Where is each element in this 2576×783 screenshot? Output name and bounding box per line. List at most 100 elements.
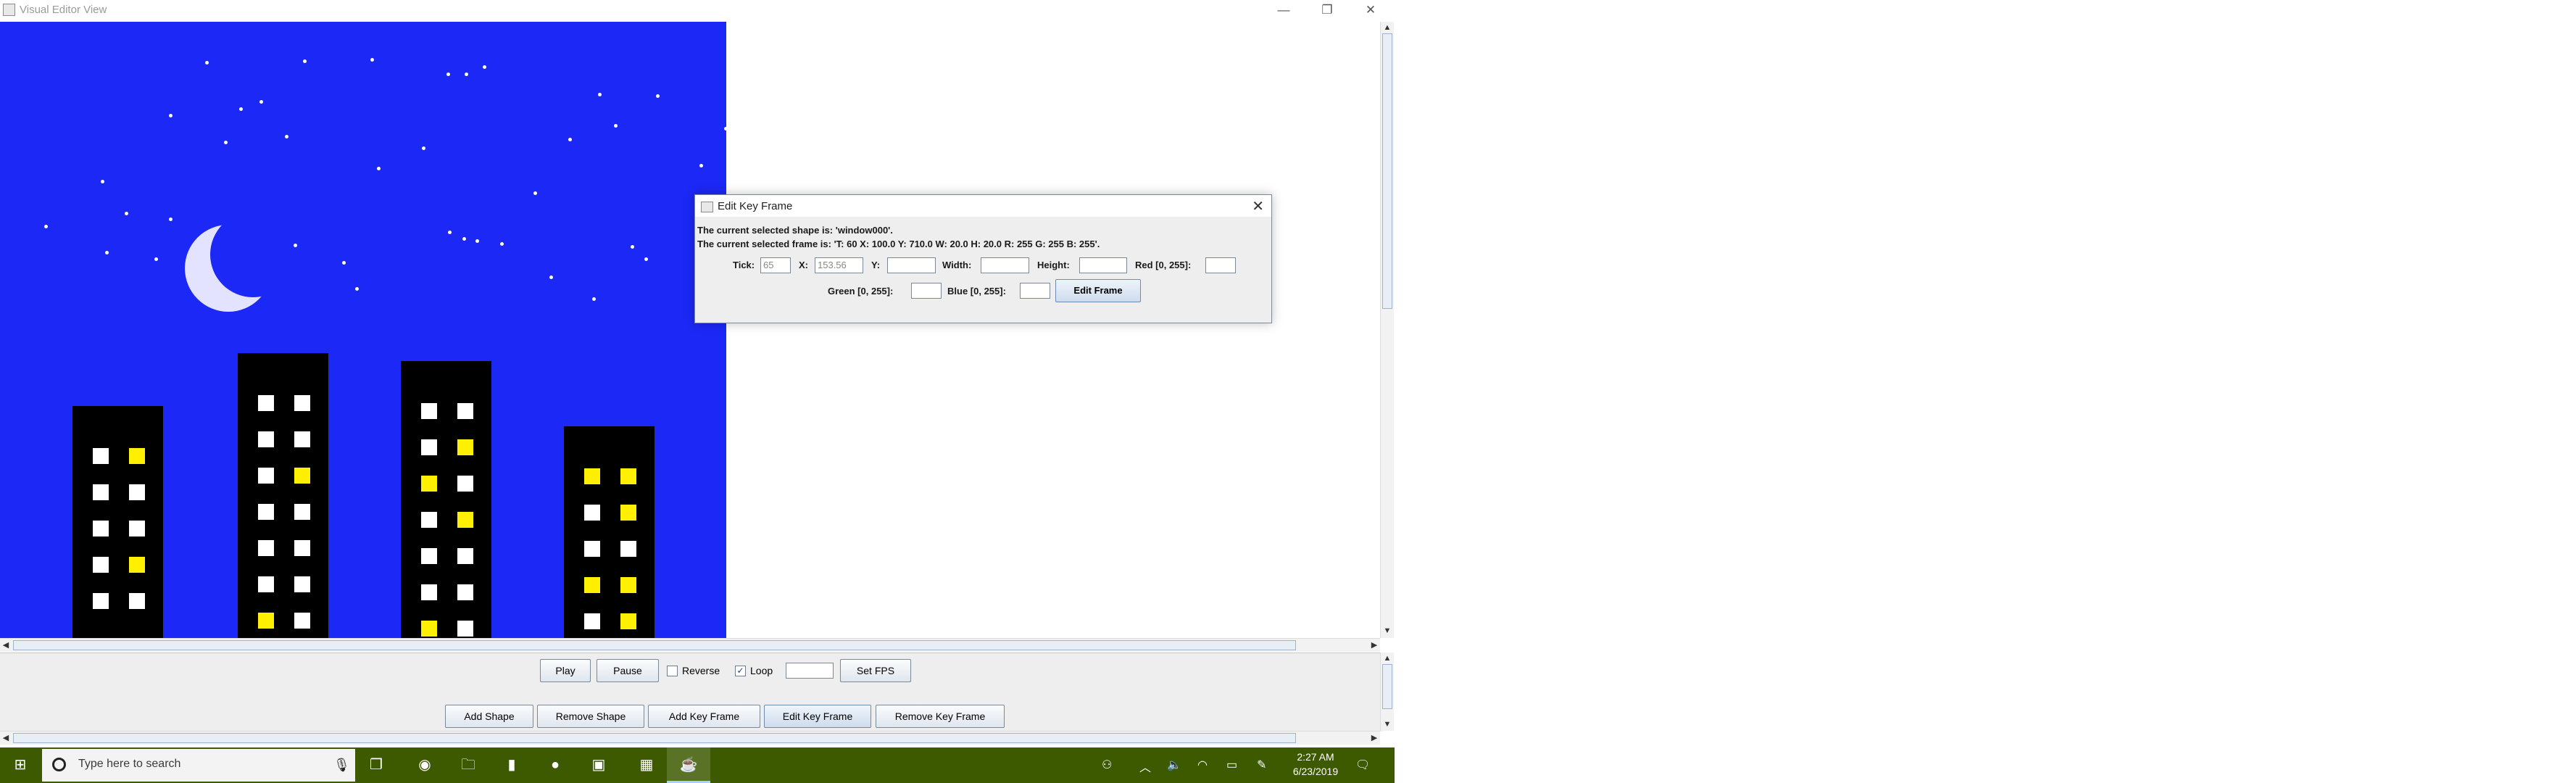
bottom-scroll-right-arrow-icon[interactable]: ▶ <box>1368 732 1380 744</box>
lit-window-shape <box>129 557 145 573</box>
panel-vertical-scroll-thumb[interactable] <box>1382 664 1392 709</box>
control-panel: Play Pause Reverse ✓ Loop Set FPS Add Sh… <box>0 652 1383 732</box>
panel-scroll-up-arrow-icon[interactable]: ▲ <box>1382 652 1393 664</box>
lit-window-shape <box>620 505 636 521</box>
microphone-icon[interactable]: 🎙 <box>333 758 350 773</box>
x-input[interactable]: 153.56 <box>815 257 863 273</box>
add-shape-button[interactable]: Add Shape <box>445 705 533 728</box>
width-input[interactable] <box>981 257 1029 273</box>
volume-icon[interactable]: 🔈 <box>1167 758 1181 772</box>
battery-icon[interactable]: ▭ <box>1226 758 1237 772</box>
red-input[interactable] <box>1205 257 1236 273</box>
clock-time[interactable]: 2:27 AM <box>1290 751 1341 763</box>
panel-vertical-scrollbar[interactable]: ▲ ▼ <box>1380 652 1394 731</box>
panel-scroll-down-arrow-icon[interactable]: ▼ <box>1382 718 1393 730</box>
wifi-icon[interactable]: ◠ <box>1197 758 1208 772</box>
window-shape <box>584 505 600 521</box>
scroll-up-arrow-icon[interactable]: ▲ <box>1382 22 1393 33</box>
remove-shape-button[interactable]: Remove Shape <box>537 705 644 728</box>
dialog-close-icon[interactable]: ✕ <box>1252 197 1264 215</box>
scroll-left-arrow-icon[interactable]: ◀ <box>0 639 12 651</box>
vertical-scrollbar[interactable]: ▲ ▼ <box>1380 22 1394 638</box>
chrome-icon[interactable]: ◉ <box>403 747 446 783</box>
window-shape <box>258 431 274 447</box>
file-explorer-icon[interactable]: 🗀 <box>446 747 490 783</box>
y-input[interactable] <box>887 257 936 273</box>
lit-window-shape <box>129 448 145 464</box>
vertical-scroll-thumb[interactable] <box>1382 33 1392 309</box>
restore-button[interactable]: ❐ <box>1310 0 1344 21</box>
star-shape <box>342 261 346 265</box>
notifications-icon[interactable]: 🗨 <box>1355 758 1370 772</box>
set-fps-button[interactable]: Set FPS <box>840 659 911 682</box>
bottom-horizontal-scroll-thumb[interactable] <box>13 733 1296 743</box>
edit-frame-button[interactable]: Edit Frame <box>1055 279 1141 302</box>
spotify-icon[interactable]: ● <box>533 747 577 783</box>
building-shape <box>72 406 163 638</box>
task-view-icon[interactable]: ❐ <box>355 747 397 783</box>
horizontal-scrollbar[interactable]: ◀ ▶ <box>0 638 1380 652</box>
lit-window-shape <box>620 468 636 484</box>
sticky-notes-icon[interactable]: ▮ <box>490 747 533 783</box>
close-button[interactable]: ✕ <box>1354 0 1387 21</box>
search-placeholder: Type here to search <box>78 758 181 770</box>
y-label: Y: <box>871 260 881 270</box>
fps-input[interactable] <box>786 663 834 679</box>
window-shape <box>129 484 145 500</box>
star-shape <box>303 59 307 63</box>
star-shape <box>448 231 452 234</box>
pen-icon[interactable]: ✎ <box>1257 758 1266 772</box>
green-input[interactable] <box>911 283 942 299</box>
clock-date[interactable]: 6/23/2019 <box>1284 766 1347 777</box>
lit-window-shape <box>620 613 636 629</box>
intellij-icon[interactable]: ▦ <box>625 747 668 783</box>
show-hidden-icons-chevron-icon[interactable]: ︿ <box>1139 758 1151 775</box>
star-shape <box>656 94 660 98</box>
lit-window-shape <box>457 439 473 455</box>
minimize-button[interactable]: — <box>1267 0 1300 21</box>
lit-window-shape <box>620 577 636 593</box>
remove-key-frame-button[interactable]: Remove Key Frame <box>876 705 1005 728</box>
loop-checkbox[interactable]: ✓ <box>735 666 746 676</box>
window-shape <box>294 431 310 447</box>
pause-button[interactable]: Pause <box>597 659 659 682</box>
star-shape <box>500 242 504 246</box>
add-key-frame-button[interactable]: Add Key Frame <box>648 705 760 728</box>
window-shape <box>93 557 109 573</box>
blue-input[interactable] <box>1020 283 1050 299</box>
animation-canvas[interactable] <box>0 22 726 638</box>
horizontal-scroll-thumb[interactable] <box>13 640 1296 650</box>
windows-start-icon[interactable]: ⊞ <box>0 747 41 783</box>
window-shape <box>258 504 274 520</box>
window-shape <box>457 548 473 564</box>
window-shape <box>294 540 310 556</box>
tick-input[interactable]: 65 <box>760 257 791 273</box>
window-title: Visual Editor View <box>20 4 107 16</box>
edit-key-frame-button[interactable]: Edit Key Frame <box>764 705 871 728</box>
height-input[interactable] <box>1079 257 1127 273</box>
star-shape <box>446 72 450 76</box>
reverse-checkbox[interactable] <box>667 666 678 676</box>
dialog-title: Edit Key Frame <box>718 200 793 212</box>
people-icon[interactable]: ⚇ <box>1102 758 1112 772</box>
dialog-title-bar: Edit Key Frame ✕ <box>695 195 1271 217</box>
window-shape <box>258 395 274 411</box>
bottom-horizontal-scrollbar[interactable]: ◀ ▶ <box>0 731 1380 745</box>
window-shape <box>584 613 600 629</box>
play-button[interactable]: Play <box>540 659 591 682</box>
lit-window-shape <box>457 512 473 528</box>
star-shape <box>475 239 479 243</box>
window-shape <box>421 584 437 600</box>
bottom-scroll-left-arrow-icon[interactable]: ◀ <box>0 732 12 744</box>
star-shape <box>533 191 537 195</box>
window-shape <box>421 403 437 419</box>
scroll-down-arrow-icon[interactable]: ▼ <box>1382 625 1393 637</box>
java-app-taskbar-icon[interactable]: ☕ <box>667 747 710 783</box>
window-shape <box>258 468 274 484</box>
pycharm-icon[interactable]: ▣ <box>577 747 620 783</box>
star-shape <box>154 257 158 261</box>
window-shape <box>421 512 437 528</box>
scroll-right-arrow-icon[interactable]: ▶ <box>1368 639 1380 651</box>
window-shape <box>620 541 636 557</box>
window-shape <box>294 504 310 520</box>
